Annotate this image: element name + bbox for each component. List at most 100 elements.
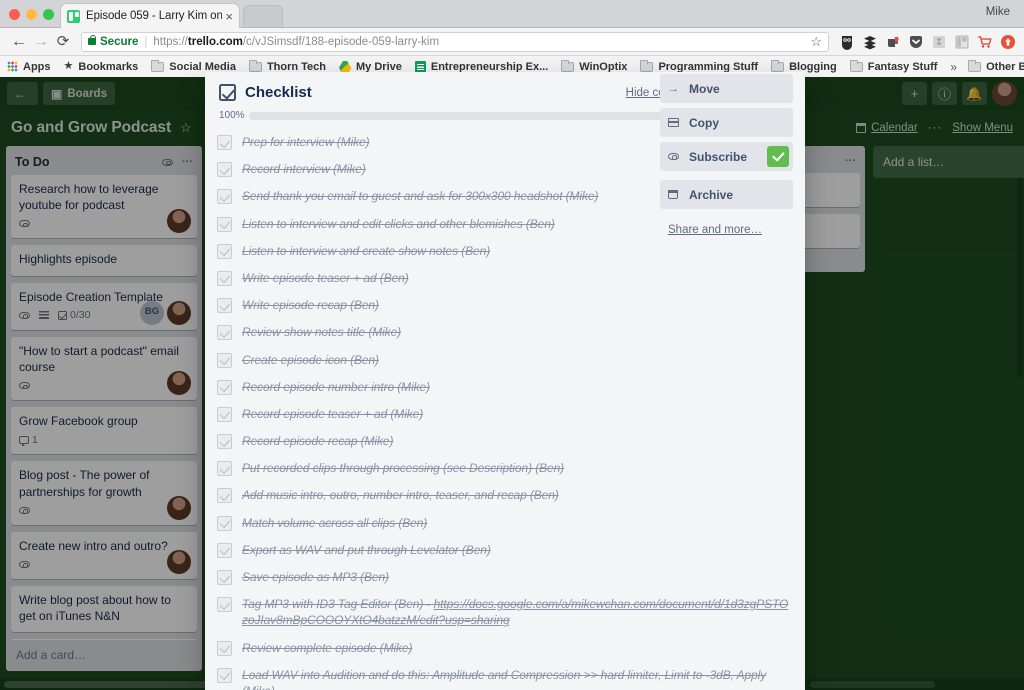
share-and-more-button[interactable]: Share and more… bbox=[660, 218, 764, 236]
card-item[interactable]: Research how to leverage youtube for pod… bbox=[11, 175, 197, 239]
checklist-item-checkbox[interactable] bbox=[217, 597, 232, 613]
checklist-item[interactable]: Review complete episode (Mike) bbox=[217, 635, 791, 662]
layout-extension-icon[interactable] bbox=[954, 34, 970, 50]
checklist-item-checkbox[interactable] bbox=[217, 640, 232, 656]
checklist-item-checkbox[interactable] bbox=[217, 542, 232, 558]
card-item[interactable]: Create ebook about how to think of bbox=[11, 639, 197, 640]
bookmark-bookmarks[interactable]: ★ Bookmarks bbox=[64, 61, 139, 73]
new-tab-button[interactable] bbox=[243, 5, 283, 27]
checklist-item-checkbox[interactable] bbox=[217, 352, 232, 368]
bookmark-thorn-tech[interactable]: Thorn Tech bbox=[248, 59, 326, 73]
list-header[interactable]: To Do ··· bbox=[6, 146, 202, 175]
checklist-item-checkbox[interactable] bbox=[217, 515, 232, 531]
checklist-item-link[interactable]: https://docs.google.com/a/mikewchan.com/… bbox=[242, 597, 788, 627]
user-avatar[interactable] bbox=[992, 81, 1017, 106]
avatar[interactable] bbox=[167, 209, 191, 234]
avatar[interactable] bbox=[167, 495, 191, 520]
checklist-item[interactable]: Record episode recap (Mike) bbox=[217, 428, 791, 455]
checklist-item-checkbox[interactable] bbox=[217, 434, 232, 450]
cart-extension-icon[interactable] bbox=[977, 34, 993, 50]
card-item[interactable]: Blog post - The power of partnerships fo… bbox=[11, 461, 197, 525]
maximize-window-button[interactable] bbox=[43, 9, 54, 20]
buffer-extension-icon[interactable] bbox=[862, 34, 878, 50]
checklist-item[interactable]: Create episode icon (Ben) bbox=[217, 347, 791, 374]
calendar-button[interactable]: Calendar bbox=[856, 122, 918, 134]
add-button[interactable]: + bbox=[902, 82, 927, 105]
bookmark-apps[interactable]: Apps bbox=[7, 61, 51, 73]
card-item[interactable]: Episode Creation Template 0/30 BG bbox=[11, 282, 197, 330]
checklist-item[interactable]: Match volume across all clips (Ben) bbox=[217, 510, 791, 537]
bookmark-my-drive[interactable]: My Drive bbox=[339, 61, 402, 73]
address-bar[interactable]: Secure | https://trello.com/c/vJSimsdf/1… bbox=[81, 31, 829, 52]
checklist-item-checkbox[interactable] bbox=[217, 298, 232, 314]
notifications-bell-icon[interactable]: 🔔 bbox=[962, 82, 987, 105]
hourglass-extension-icon[interactable] bbox=[931, 34, 947, 50]
avatar[interactable] bbox=[167, 371, 191, 396]
checklist-item-checkbox[interactable] bbox=[217, 570, 232, 585]
list-more-icon[interactable]: ··· bbox=[845, 155, 856, 167]
profile-name-label[interactable]: Mike bbox=[986, 6, 1010, 18]
show-menu-button[interactable]: Show Menu bbox=[952, 122, 1013, 134]
avatar-initials[interactable]: BG bbox=[140, 300, 164, 325]
checklist-item-checkbox[interactable] bbox=[217, 216, 232, 232]
add-card-button[interactable]: Add a card… bbox=[6, 640, 202, 671]
back-icon[interactable]: ← bbox=[8, 33, 30, 50]
subscribe-button[interactable]: Subscribe bbox=[660, 142, 793, 171]
checklist-item[interactable]: Listen to interview and create show note… bbox=[217, 238, 791, 265]
avatar[interactable] bbox=[167, 300, 191, 325]
tab-close-icon[interactable]: × bbox=[225, 10, 233, 23]
pocket-extension-icon[interactable] bbox=[908, 34, 924, 50]
checklist-item-checkbox[interactable] bbox=[217, 667, 232, 683]
info-icon[interactable]: ⓘ bbox=[932, 82, 957, 105]
checklist-item-checkbox[interactable] bbox=[217, 162, 232, 178]
owl-extension-icon[interactable] bbox=[839, 34, 855, 50]
checklist-item-checkbox[interactable] bbox=[217, 270, 232, 286]
subscribe-toggle-checkmark-icon[interactable] bbox=[767, 146, 789, 167]
boards-button[interactable]: ▣ Boards bbox=[43, 82, 115, 105]
card-item[interactable]: "How to start a podcast" email course bbox=[11, 336, 197, 401]
checklist-item[interactable]: Export as WAV and put through Levelator … bbox=[217, 537, 791, 564]
forward-icon[interactable]: → bbox=[30, 33, 52, 50]
card-item[interactable]: Highlights episode bbox=[11, 245, 197, 276]
checklist-item[interactable]: Put recorded clips through processing (s… bbox=[217, 455, 791, 482]
scrollbar-track[interactable] bbox=[810, 681, 935, 688]
checklist-item-checkbox[interactable] bbox=[217, 488, 232, 504]
minimize-window-button[interactable] bbox=[26, 9, 37, 20]
move-button[interactable]: → Move bbox=[660, 74, 793, 103]
checklist-item-checkbox[interactable] bbox=[217, 243, 232, 259]
upload-extension-icon[interactable] bbox=[1000, 34, 1016, 50]
evernote-extension-icon[interactable] bbox=[885, 34, 901, 50]
list-more-icon[interactable]: ··· bbox=[182, 156, 193, 168]
checklist-item-checkbox[interactable] bbox=[217, 461, 232, 477]
bookmark-winoptix[interactable]: WinOptix bbox=[561, 59, 627, 73]
card-item[interactable]: Grow Facebook group 1 bbox=[11, 407, 197, 455]
bookmark-other-bookmarks[interactable]: Other Bookmarks bbox=[968, 59, 1024, 73]
checklist-item[interactable]: Load WAV into Audition and do this: Ampl… bbox=[217, 662, 791, 690]
card-item[interactable]: Create new intro and outro? bbox=[11, 531, 197, 579]
add-list-button[interactable]: Add a list… bbox=[873, 146, 1024, 178]
checklist-item[interactable]: Review show notes title (Mike) bbox=[217, 319, 791, 346]
checklist-item-checkbox[interactable] bbox=[217, 379, 232, 395]
bookmark-programming-stuff[interactable]: Programming Stuff bbox=[640, 59, 758, 73]
checklist-item-checkbox[interactable] bbox=[217, 406, 232, 422]
checklist-item[interactable]: Write episode recap (Ben) bbox=[217, 292, 791, 319]
checklist-item[interactable]: Add music intro, outro, number intro, te… bbox=[217, 482, 791, 509]
vertical-scrollbar[interactable] bbox=[1017, 177, 1023, 377]
bookmark-star-icon[interactable]: ☆ bbox=[804, 34, 822, 50]
close-window-button[interactable] bbox=[9, 9, 20, 20]
board-more-icon[interactable]: ··· bbox=[928, 122, 943, 134]
archive-button[interactable]: Archive bbox=[660, 180, 793, 209]
bookmark-social-media[interactable]: Social Media bbox=[151, 59, 236, 73]
back-button[interactable]: ← bbox=[7, 82, 38, 105]
copy-button[interactable]: Copy bbox=[660, 108, 793, 137]
browser-tab-active[interactable]: Episode 059 - Larry Kim on Go × bbox=[60, 3, 240, 28]
board-star-icon[interactable]: ☆ bbox=[180, 120, 192, 136]
checklist-item[interactable]: Record episode number intro (Mike) bbox=[217, 374, 791, 401]
checklist-item-checkbox[interactable] bbox=[217, 189, 232, 205]
checklist-item-checkbox[interactable] bbox=[217, 135, 232, 150]
bookmarks-overflow-icon[interactable]: » bbox=[950, 60, 957, 74]
bookmark-entrepreneurship[interactable]: Entrepreneurship Ex... bbox=[414, 60, 548, 73]
checklist-item[interactable]: Tag MP3 with ID3 Tag Editor (Ben) - http… bbox=[217, 591, 791, 634]
watch-eye-icon[interactable] bbox=[162, 158, 173, 166]
checklist-item[interactable]: Write episode teaser + ad (Ben) bbox=[217, 265, 791, 292]
